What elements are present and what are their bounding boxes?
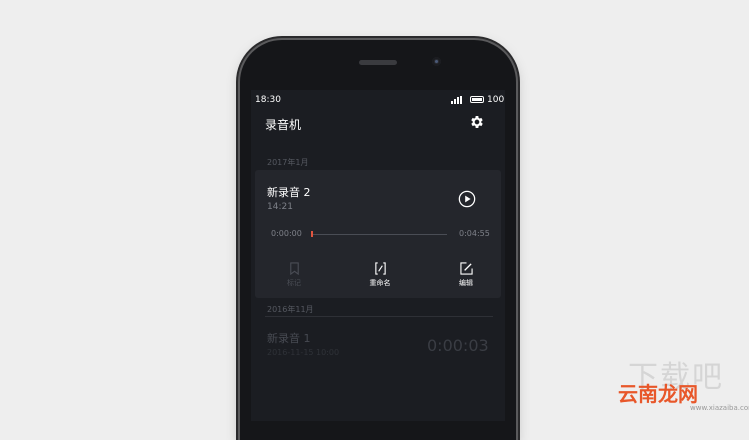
recording-time: 14:21 xyxy=(267,202,293,212)
recording-card-expanded[interactable]: 新录音 2 14:21 0:00:00 0:04:55 标记 重命名 编辑 xyxy=(255,170,501,298)
rename-icon xyxy=(374,262,386,275)
status-bar: 18:30 100 xyxy=(251,90,505,110)
section-divider xyxy=(265,316,493,317)
bookmark-icon xyxy=(289,262,299,275)
watermark-logo: 云南龙网 xyxy=(618,382,698,406)
front-camera xyxy=(432,57,441,66)
edit-label: 编辑 xyxy=(459,279,473,287)
section-label-jan-2017: 2017年1月 xyxy=(267,158,309,167)
play-icon[interactable] xyxy=(458,190,476,208)
recording-name: 新录音 2 xyxy=(267,186,311,199)
section-label-nov-2016: 2016年11月 xyxy=(267,305,314,314)
progress-track[interactable] xyxy=(311,234,447,235)
watermark-url: www.xiazaiba.com xyxy=(690,404,749,412)
recorder-app-screen: 18:30 100 录音机 2017年1月 新录音 2 14:21 0:00:0… xyxy=(251,90,505,421)
playback-position: 0:00:00 xyxy=(271,229,302,238)
rename-button[interactable]: 重命名 xyxy=(357,262,403,288)
gear-icon[interactable] xyxy=(469,114,485,130)
status-time: 18:30 xyxy=(255,95,281,105)
app-title: 录音机 xyxy=(265,118,302,132)
battery-icon xyxy=(470,96,484,103)
progress-handle[interactable] xyxy=(311,231,313,237)
signal-icon xyxy=(451,96,465,104)
edit-button[interactable]: 编辑 xyxy=(443,262,489,288)
rename-label: 重命名 xyxy=(369,279,391,287)
battery-level: 100 xyxy=(487,95,505,105)
phone-speaker xyxy=(359,60,397,65)
recording-name-2[interactable]: 新录音 1 xyxy=(267,330,311,346)
recording-meta-2: 2016-11-15 10:00 xyxy=(267,348,340,357)
recording-duration-2: 0:00:03 xyxy=(427,336,489,355)
playback-duration: 0:04:55 xyxy=(459,229,490,238)
edit-icon xyxy=(459,262,473,275)
bookmark-button[interactable]: 标记 xyxy=(271,262,317,288)
bookmark-label: 标记 xyxy=(287,279,301,287)
